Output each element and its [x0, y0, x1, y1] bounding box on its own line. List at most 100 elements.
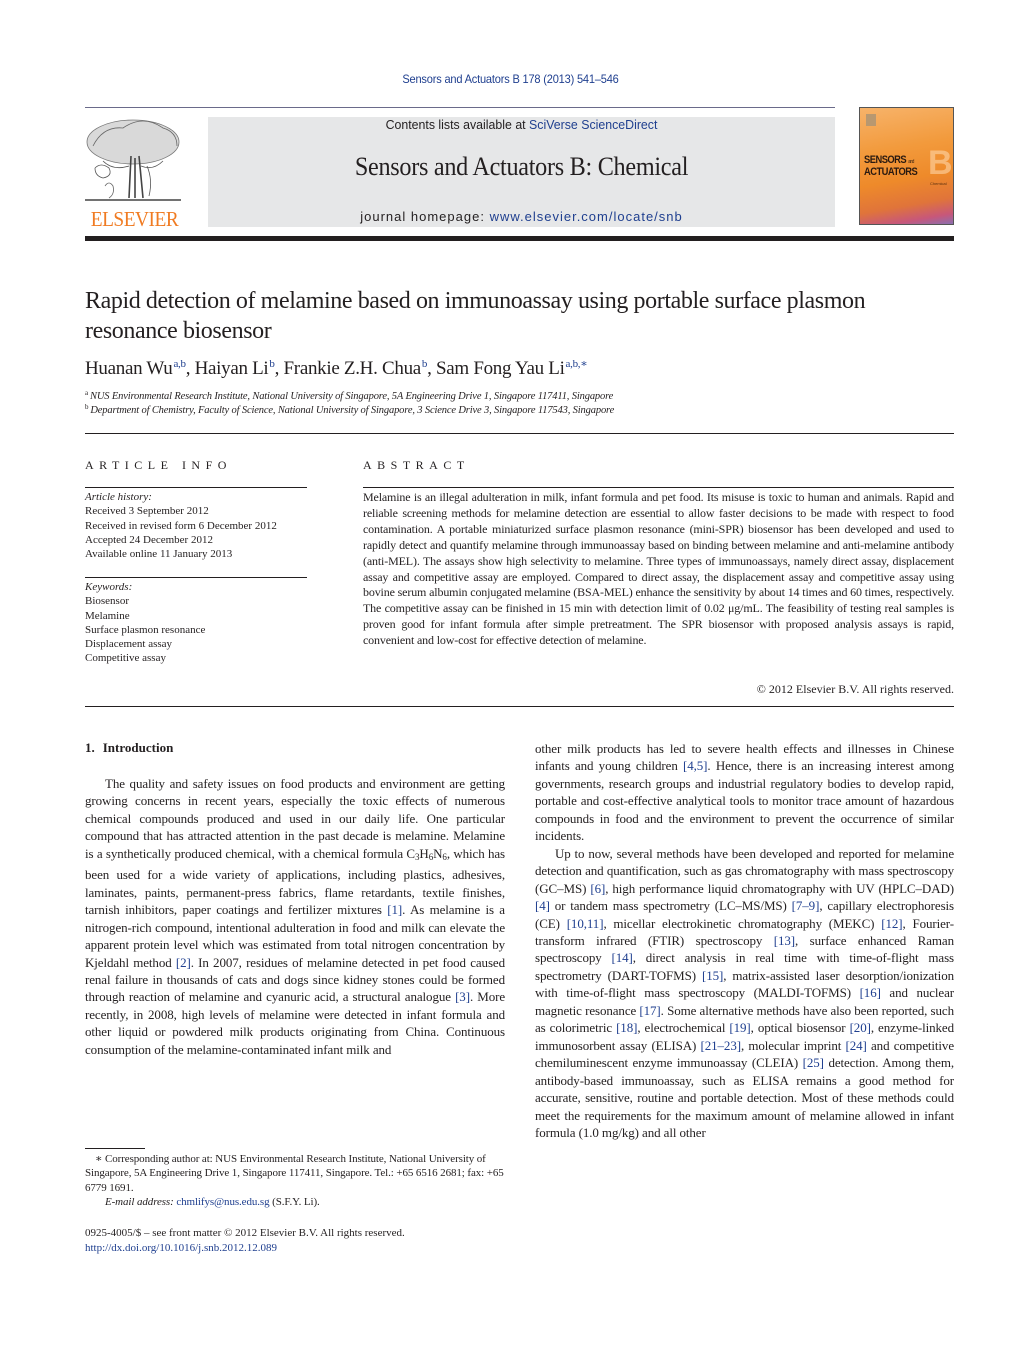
divider: [85, 706, 954, 707]
history-item: Received 3 September 2012: [85, 505, 209, 518]
header-thick-rule: [85, 236, 954, 241]
affiliation-key: a: [85, 389, 88, 397]
journal-cover-thumbnail[interactable]: B SENSORS and ACTUATORS Chemical: [859, 107, 954, 225]
keyword: Surface plasmon resonance: [85, 623, 206, 636]
reference-link[interactable]: [13]: [774, 933, 795, 948]
elsevier-tree-icon: [85, 119, 181, 201]
cover-title-line2: ACTUATORS: [864, 166, 918, 178]
contents-line: Contents lists available at SciVerse Sci…: [224, 117, 820, 132]
author-name: Huanan Wu: [85, 358, 173, 379]
article-title: Rapid detection of melamine based on imm…: [85, 288, 866, 344]
header-top-rule: [85, 107, 835, 108]
cover-title-line1: SENSORS and: [864, 154, 914, 166]
text-run: , high performance liquid chromatography…: [605, 880, 954, 896]
reference-link[interactable]: [12]: [881, 916, 902, 931]
cover-subtitle: Chemical: [930, 181, 947, 186]
author-affiliation-link[interactable]: a,b,∗: [566, 358, 588, 370]
reference-link[interactable]: [1]: [387, 902, 402, 917]
author-name: Sam Fong Yau Li: [436, 358, 565, 379]
reference-link[interactable]: [6]: [590, 881, 605, 896]
author-affiliation-link[interactable]: b: [269, 358, 275, 370]
reference-link[interactable]: [16]: [860, 985, 881, 1000]
reference-link[interactable]: [2]: [176, 955, 191, 970]
journal-citation[interactable]: Sensors and Actuators B 178 (2013) 541–5…: [41, 72, 980, 86]
history-item: Received in revised form 6 December 2012: [85, 519, 277, 532]
abstract-copyright: © 2012 Elsevier B.V. All rights reserved…: [756, 682, 954, 696]
reference-link[interactable]: [19]: [729, 1020, 750, 1035]
author-list: Huanan Wua,b, Haiyan Lib, Frankie Z.H. C…: [85, 358, 588, 379]
issn-line: 0925-4005/$ – see front matter © 2012 El…: [85, 1227, 405, 1239]
article-history: Article history: Received 3 September 20…: [85, 490, 277, 561]
cover-elsevier-icon: [866, 114, 876, 126]
history-label: Article history:: [85, 491, 152, 503]
journal-masthead: Contents lists available at SciVerse Sci…: [208, 117, 835, 227]
reference-link[interactable]: [17]: [639, 1003, 660, 1018]
doi-link[interactable]: http://dx.doi.org/10.1016/j.snb.2012.12.…: [85, 1242, 277, 1254]
corresponding-author-footnote: ∗ Corresponding author at: NUS Environme…: [85, 1152, 505, 1209]
reference-link[interactable]: [25]: [803, 1055, 824, 1070]
reference-link[interactable]: [24]: [846, 1038, 867, 1053]
divider: [85, 487, 307, 488]
reference-link[interactable]: [14]: [612, 950, 633, 965]
author[interactable]: Frankie Z.H. Chuab: [284, 358, 428, 379]
body-column-right: other milk products has led to severe he…: [535, 740, 954, 1141]
author-name: Frankie Z.H. Chua: [283, 358, 422, 379]
footnote-email: E-mail address: chmlifys@nus.edu.sg (S.F…: [85, 1195, 505, 1209]
front-matter: 0925-4005/$ – see front matter © 2012 El…: [85, 1226, 405, 1256]
reference-link[interactable]: [4,5]: [683, 758, 708, 773]
keyword: Biosensor: [85, 595, 129, 608]
email-link[interactable]: chmlifys@nus.edu.sg: [176, 1196, 269, 1208]
sciencedirect-link[interactable]: SciVerse ScienceDirect: [529, 117, 657, 132]
footnote-text: ∗ Corresponding author at: NUS Environme…: [85, 1152, 505, 1195]
affiliation-a: a NUS Environmental Research Institute, N…: [85, 389, 613, 402]
elsevier-wordmark: ELSEVIER: [90, 207, 179, 231]
paragraph: The quality and safety issues on food pr…: [85, 775, 505, 1058]
email-suffix: (S.F.Y. Li).: [269, 1195, 320, 1208]
footnote-rule: [85, 1148, 145, 1149]
affiliation-text: NUS Environmental Research Institute, Na…: [89, 391, 614, 402]
author-affiliation-link[interactable]: b: [422, 358, 428, 370]
section-number: 1.: [85, 740, 95, 755]
homepage-link[interactable]: www.elsevier.com/locate/snb: [490, 209, 683, 224]
journal-name: Sensors and Actuators B: Chemical: [354, 152, 689, 181]
section-heading-introduction: 1. Introduction: [85, 740, 173, 756]
author-affiliation-link[interactable]: a,b: [173, 358, 186, 370]
reference-link[interactable]: [18]: [616, 1020, 637, 1035]
divider: [85, 577, 307, 578]
author-name: Haiyan Li: [194, 358, 269, 379]
author[interactable]: Huanan Wua,b: [85, 358, 186, 379]
affiliation-key: b: [85, 403, 89, 411]
body-column-left: The quality and safety issues on food pr…: [85, 775, 505, 1058]
elsevier-logo: ELSEVIER: [83, 116, 186, 230]
abstract-heading: ABSTRACT: [363, 458, 470, 472]
paragraph: other milk products has led to severe he…: [535, 740, 954, 845]
text-run: , molecular imprint: [740, 1037, 846, 1053]
author[interactable]: Haiyan Lib: [195, 358, 275, 379]
affiliation-b: b Department of Chemistry, Faculty of Sci…: [85, 403, 614, 416]
article-info-heading: ARTICLE INFO: [85, 458, 232, 472]
keyword: Competitive assay: [85, 652, 166, 665]
formula-element: C: [406, 845, 415, 861]
reference-link[interactable]: [4]: [535, 898, 550, 913]
author[interactable]: Sam Fong Yau Lia,b,∗: [436, 358, 588, 379]
divider: [85, 433, 954, 434]
reference-link[interactable]: [21–23]: [700, 1038, 741, 1053]
text-run: , micellar electrokinetic chromatography…: [603, 915, 882, 931]
reference-link[interactable]: [15]: [702, 968, 723, 983]
formula-element: N: [433, 845, 443, 861]
reference-link[interactable]: [3]: [455, 989, 470, 1004]
divider: [363, 487, 954, 488]
keywords: Keywords: Biosensor Melamine Surface pla…: [85, 580, 205, 666]
history-item: Accepted 24 December 2012: [85, 533, 213, 546]
keyword: Melamine: [85, 609, 130, 622]
email-label: E-mail address:: [105, 1195, 177, 1208]
reference-link[interactable]: [20]: [850, 1020, 871, 1035]
reference-link[interactable]: [7–9]: [792, 898, 820, 913]
section-title: Introduction: [102, 740, 174, 755]
contents-prefix: Contents lists available at: [385, 117, 530, 132]
cover-and: and: [908, 159, 914, 165]
citation-link[interactable]: Sensors and Actuators B 178 (2013) 541–5…: [402, 72, 618, 86]
abstract-text: Melamine is an illegal adulteration in m…: [363, 490, 954, 648]
journal-homepage: journal homepage: www.elsevier.com/locat…: [208, 209, 835, 224]
reference-link[interactable]: [10,11]: [567, 916, 604, 931]
